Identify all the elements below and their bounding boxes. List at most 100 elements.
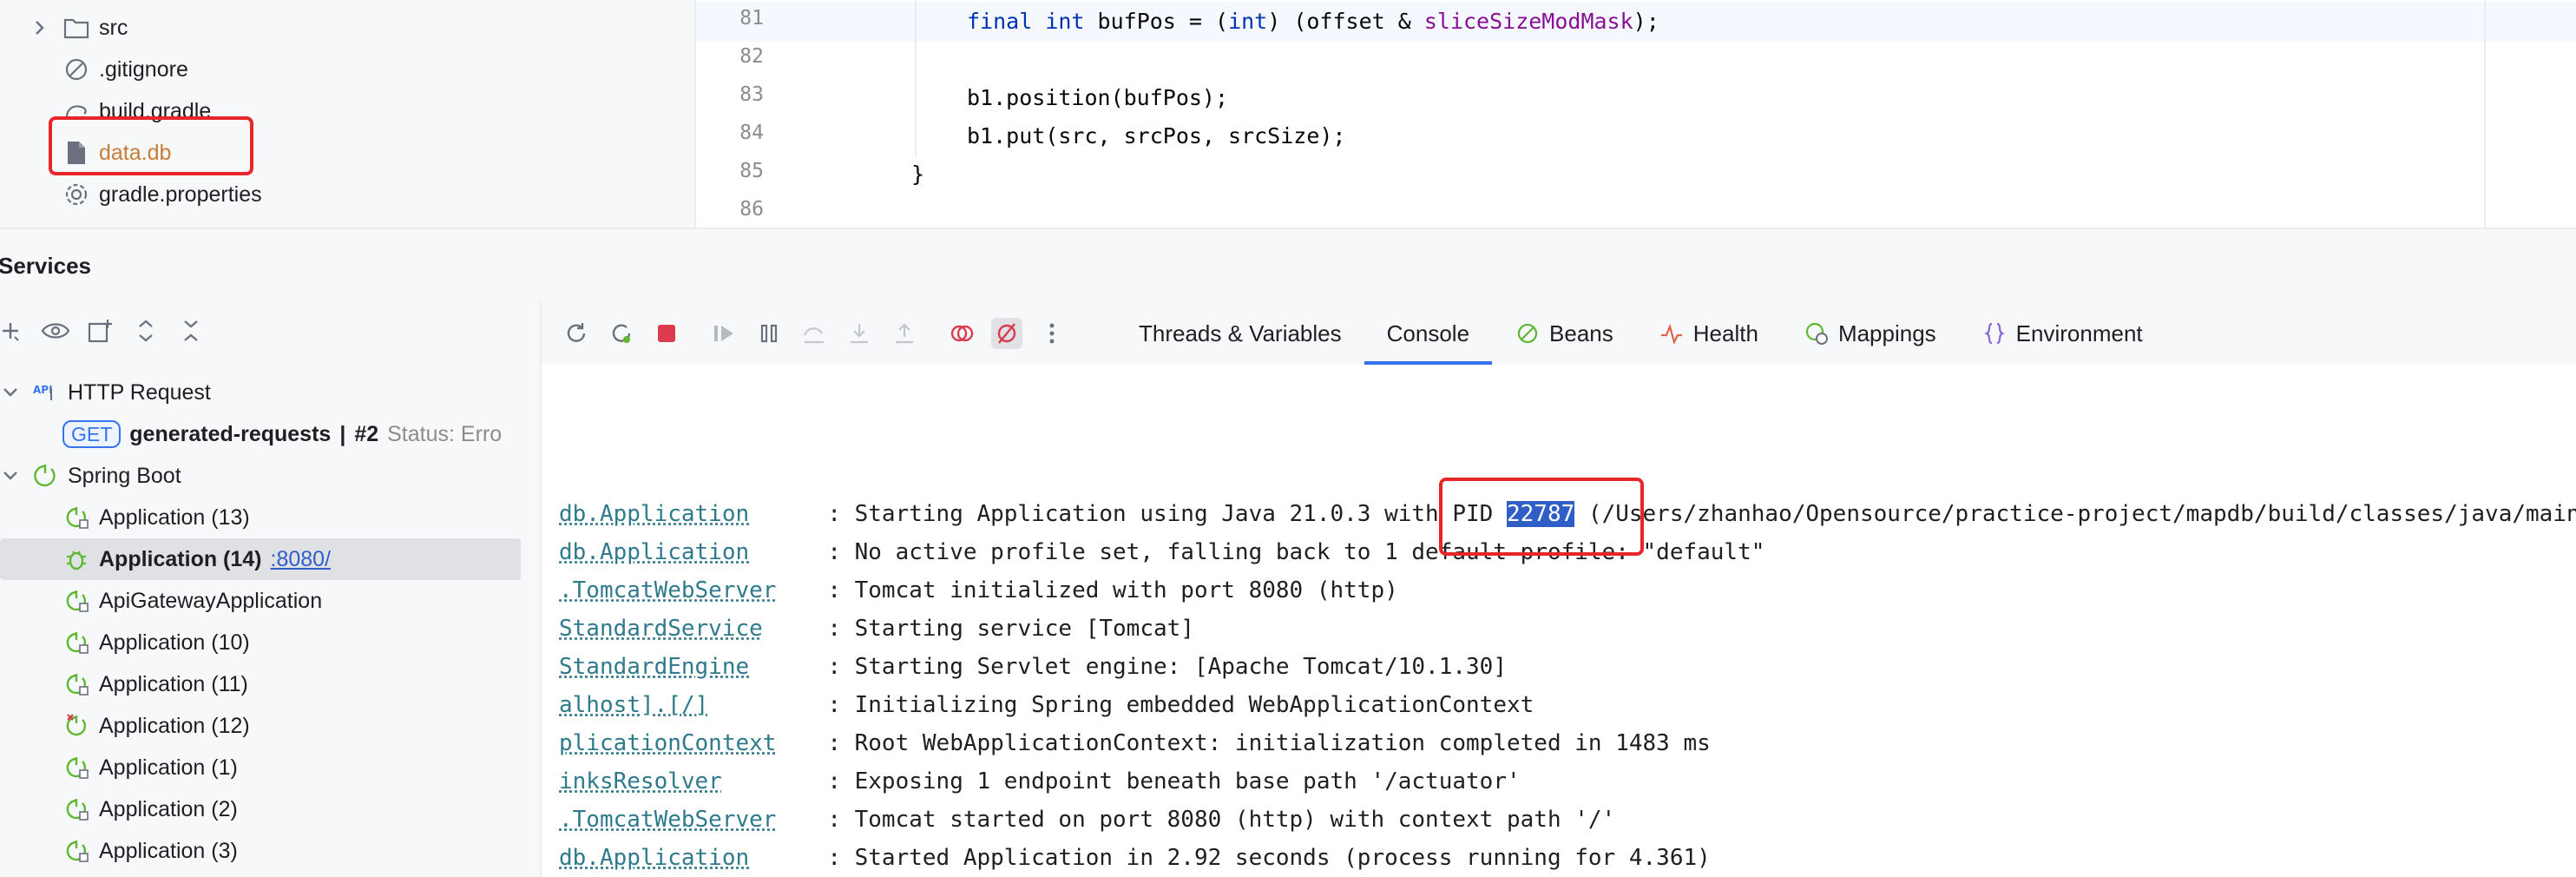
- tab-label: Console: [1386, 320, 1470, 346]
- spring-app-icon: [62, 754, 90, 781]
- spring-app-icon: [62, 504, 90, 531]
- annotation-highlight-box: [1439, 478, 1644, 556]
- logger-name-link[interactable]: db.Application: [559, 845, 800, 871]
- log-message: : Root WebApplicationContext: initializa…: [827, 730, 1711, 756]
- rerun-icon[interactable]: [561, 318, 592, 349]
- resume-icon[interactable]: [708, 318, 739, 349]
- ignore-icon: [62, 56, 90, 83]
- collapse-all-icon[interactable]: [175, 315, 207, 346]
- tab-mappings[interactable]: Mappings: [1781, 302, 1959, 365]
- log-line: .TomcatWebServer : Tomcat started on por…: [559, 801, 1615, 839]
- tab-health[interactable]: Health: [1636, 302, 1781, 365]
- services-tree-panel: API HTTP Request GET generated-requests …: [0, 302, 542, 877]
- log-spacer: [800, 692, 827, 718]
- tab-threads-variables[interactable]: Threads & Variables: [1116, 302, 1364, 365]
- line-number: 81: [739, 7, 764, 30]
- step-into-icon[interactable]: [844, 318, 875, 349]
- spring-app-item[interactable]: Application (1): [0, 747, 238, 788]
- spring-app-item[interactable]: Application (10): [0, 622, 250, 663]
- service-group-label: HTTP Request: [68, 379, 211, 405]
- service-group-spring-boot[interactable]: Spring Boot: [0, 455, 181, 497]
- beans-icon: [1515, 320, 1541, 346]
- service-group-http-request[interactable]: API HTTP Request: [0, 372, 211, 413]
- tree-item-gitignore[interactable]: .gitignore: [0, 49, 188, 90]
- more-options-icon[interactable]: [1036, 318, 1068, 349]
- line-number: 86: [739, 198, 764, 221]
- spring-app-item[interactable]: Application (12): [0, 705, 250, 747]
- api-icon: API: [31, 379, 59, 406]
- log-spacer: [800, 845, 827, 871]
- logger-name-link[interactable]: inksResolver: [559, 768, 800, 795]
- logger-name-link[interactable]: plicationContext: [559, 730, 800, 756]
- tab-beans[interactable]: Beans: [1492, 302, 1636, 365]
- spring-app-label: Application (1): [99, 755, 238, 780]
- log-spacer: [800, 616, 827, 642]
- log-message: : Starting Application using Java 21.0.3…: [827, 501, 1507, 527]
- annotation-highlight-box: [49, 116, 253, 175]
- spring-app-item[interactable]: Application (13): [0, 497, 250, 538]
- log-message-tail: (/Users/zhanhao/Opensource/practice-proj…: [1574, 501, 2576, 527]
- step-out-icon[interactable]: [889, 318, 920, 349]
- spring-app-item[interactable]: Application (3): [0, 830, 238, 872]
- spring-app-icon: [62, 837, 90, 865]
- line-number: 82: [739, 45, 764, 68]
- log-spacer: [800, 730, 827, 756]
- code-token: ) (offset &: [1267, 8, 1424, 34]
- new-group-icon[interactable]: [85, 315, 116, 346]
- spring-app-icon: [62, 795, 90, 823]
- code-token: int: [1228, 8, 1268, 34]
- spring-app-item[interactable]: Application (11): [0, 663, 248, 705]
- log-line: db.Application : Started Application in …: [559, 839, 1711, 877]
- tab-environment[interactable]: Environment: [1959, 302, 2165, 365]
- spring-app-item[interactable]: Application (2): [0, 788, 238, 830]
- spring-app-item[interactable]: ApiGatewayApplication: [0, 580, 322, 622]
- code-token: sliceSizeModMask: [1423, 8, 1633, 34]
- code-editor[interactable]: 81 82 83 84 85 86 final int bufPos = (in…: [694, 0, 2576, 227]
- logger-name-link[interactable]: alhost].[/]: [559, 692, 800, 718]
- spring-app-item[interactable]: Application (14):8080/: [0, 538, 521, 580]
- log-line: alhost].[/] : Initializing Spring embedd…: [559, 686, 1534, 724]
- pause-icon[interactable]: [753, 318, 785, 349]
- indent-guide: [915, 0, 917, 156]
- services-header: Services: [0, 227, 2576, 302]
- log-line: plicationContext : Root WebApplicationCo…: [559, 724, 1711, 762]
- debug-toolbar: Threads & Variables Console Beans Health…: [542, 302, 2576, 365]
- chevron-down-icon[interactable]: [0, 386, 21, 399]
- chevron-right-icon[interactable]: [30, 19, 50, 36]
- tree-item-label: src: [99, 15, 128, 40]
- logger-name-link[interactable]: StandardEngine: [559, 654, 800, 680]
- environment-icon: [1981, 320, 2008, 346]
- request-name: generated-requests: [129, 421, 332, 446]
- logger-name-link[interactable]: .TomcatWebServer: [559, 577, 800, 603]
- step-over-icon[interactable]: [798, 318, 830, 349]
- tree-item-src[interactable]: src: [0, 7, 128, 49]
- spring-app-icon: [62, 629, 90, 656]
- chevron-down-icon[interactable]: [0, 470, 21, 482]
- log-spacer: [800, 654, 827, 680]
- spring-boot-icon: [31, 462, 59, 490]
- expand-all-icon[interactable]: [130, 315, 161, 346]
- mute-breakpoints-icon[interactable]: [991, 318, 1022, 349]
- logger-name-link[interactable]: .TomcatWebServer: [559, 807, 800, 833]
- stop-icon[interactable]: [651, 318, 682, 349]
- log-spacer: [800, 577, 827, 603]
- add-service-icon[interactable]: [0, 315, 26, 346]
- spring-app-label: Application (2): [99, 796, 238, 821]
- spring-app-icon: [62, 670, 90, 698]
- tree-item-gradle-properties[interactable]: gradle.properties: [0, 174, 262, 215]
- health-icon: [1659, 320, 1685, 346]
- logger-name-link[interactable]: StandardService: [559, 616, 800, 642]
- eye-icon[interactable]: [40, 315, 71, 346]
- restart-debug-icon[interactable]: [606, 318, 637, 349]
- logger-name-link[interactable]: db.Application: [559, 539, 800, 565]
- http-request-item[interactable]: GET generated-requests | #2 Status: Erro: [0, 413, 502, 455]
- log-spacer: [800, 807, 827, 833]
- console-output[interactable]: db.Application : Starting Application us…: [542, 365, 2576, 877]
- logger-name-link[interactable]: db.Application: [559, 501, 800, 527]
- tab-console[interactable]: Console: [1364, 302, 1493, 365]
- tab-label: Threads & Variables: [1139, 320, 1342, 346]
- view-breakpoints-icon[interactable]: [946, 318, 977, 349]
- line-number: 85: [739, 160, 764, 182]
- app-port-link[interactable]: :8080/: [271, 547, 332, 572]
